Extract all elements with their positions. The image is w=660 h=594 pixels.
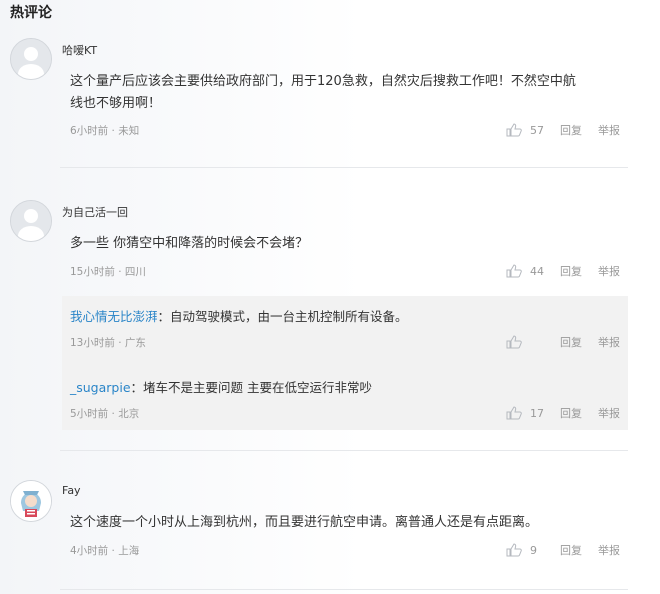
thumbs-up-icon[interactable] — [506, 264, 522, 278]
report-button[interactable]: 举报 — [598, 334, 620, 350]
reply-button[interactable]: 回复 — [560, 263, 582, 279]
comment-text: 多一些 你猜空中和降落的时候会不会堵？ — [70, 236, 309, 251]
divider — [60, 450, 628, 451]
divider — [60, 589, 628, 590]
reply-button[interactable]: 回复 — [560, 542, 582, 558]
like-count: 57 — [530, 123, 544, 137]
reply-actions: 回复 举报 — [506, 334, 620, 350]
reply-button[interactable]: 回复 — [560, 334, 582, 350]
thumbs-up-icon[interactable] — [506, 335, 522, 349]
report-button[interactable]: 举报 — [598, 542, 620, 558]
comment-username[interactable]: 为自己活一回 — [62, 204, 128, 220]
reply-separator: ： — [157, 309, 171, 324]
report-button[interactable]: 举报 — [598, 122, 620, 138]
comment-meta: 4小时前 · 上海 — [70, 545, 140, 557]
comment-actions: 57 回复 举报 — [506, 122, 620, 138]
divider — [60, 167, 628, 168]
comment-text-line: 线也不够用啊！ — [70, 96, 162, 111]
reply-text: _sugarpie：堵车不是主要问题 主要在低空运行非常吵 — [70, 377, 372, 396]
reply-actions: 17 回复 举报 — [506, 405, 620, 421]
reply-username[interactable]: _sugarpie — [70, 380, 131, 395]
comment-username[interactable]: Fay — [62, 484, 81, 497]
reply-button[interactable]: 回复 — [560, 122, 582, 138]
report-button[interactable]: 举报 — [598, 405, 620, 421]
avatar[interactable] — [10, 200, 52, 242]
reply-separator: ： — [130, 380, 144, 395]
comment-meta: 6小时前 · 未知 — [70, 125, 140, 137]
comment-text: 这个速度一个小时从上海到杭州，而且要进行航空申请。离普通人还是有点距离。 — [70, 515, 539, 530]
thumbs-up-icon[interactable] — [506, 406, 522, 420]
comment-actions: 44 回复 举报 — [506, 263, 620, 279]
thumbs-up-icon[interactable] — [506, 543, 522, 557]
reply-username[interactable]: 我心情无比澎湃 — [70, 309, 158, 324]
reply-content: 自动驾驶模式，由一台主机控制所有设备。 — [170, 309, 408, 324]
like-count: 9 — [530, 543, 537, 557]
like-count: 44 — [530, 264, 544, 278]
avatar[interactable] — [10, 480, 52, 522]
comment-text: 这个量产后应该会主要供给政府部门，用于120急救，自然灾后搜救工作吧！不然空中航… — [70, 71, 622, 115]
thumbs-up-icon[interactable] — [506, 123, 522, 137]
avatar[interactable] — [10, 38, 52, 80]
comment-username[interactable]: 哈嗳KT — [62, 42, 97, 58]
report-button[interactable]: 举报 — [598, 263, 620, 279]
section-title: 热评论 — [10, 5, 52, 21]
reply-meta: 5小时前 · 北京 — [70, 408, 140, 420]
reply-meta: 13小时前 · 广东 — [70, 337, 146, 349]
reply-text: 我心情无比澎湃：自动驾驶模式，由一台主机控制所有设备。 — [70, 306, 408, 325]
comment-actions: 9 回复 举报 — [506, 542, 620, 558]
reply-button[interactable]: 回复 — [560, 405, 582, 421]
comment-meta: 15小时前 · 四川 — [70, 266, 146, 278]
comment-text-line: 这个量产后应该会主要供给政府部门，用于120急救，自然灾后搜救工作吧！不然空中航 — [70, 74, 576, 89]
reply-content: 堵车不是主要问题 主要在低空运行非常吵 — [143, 380, 373, 395]
like-count: 17 — [530, 406, 544, 420]
